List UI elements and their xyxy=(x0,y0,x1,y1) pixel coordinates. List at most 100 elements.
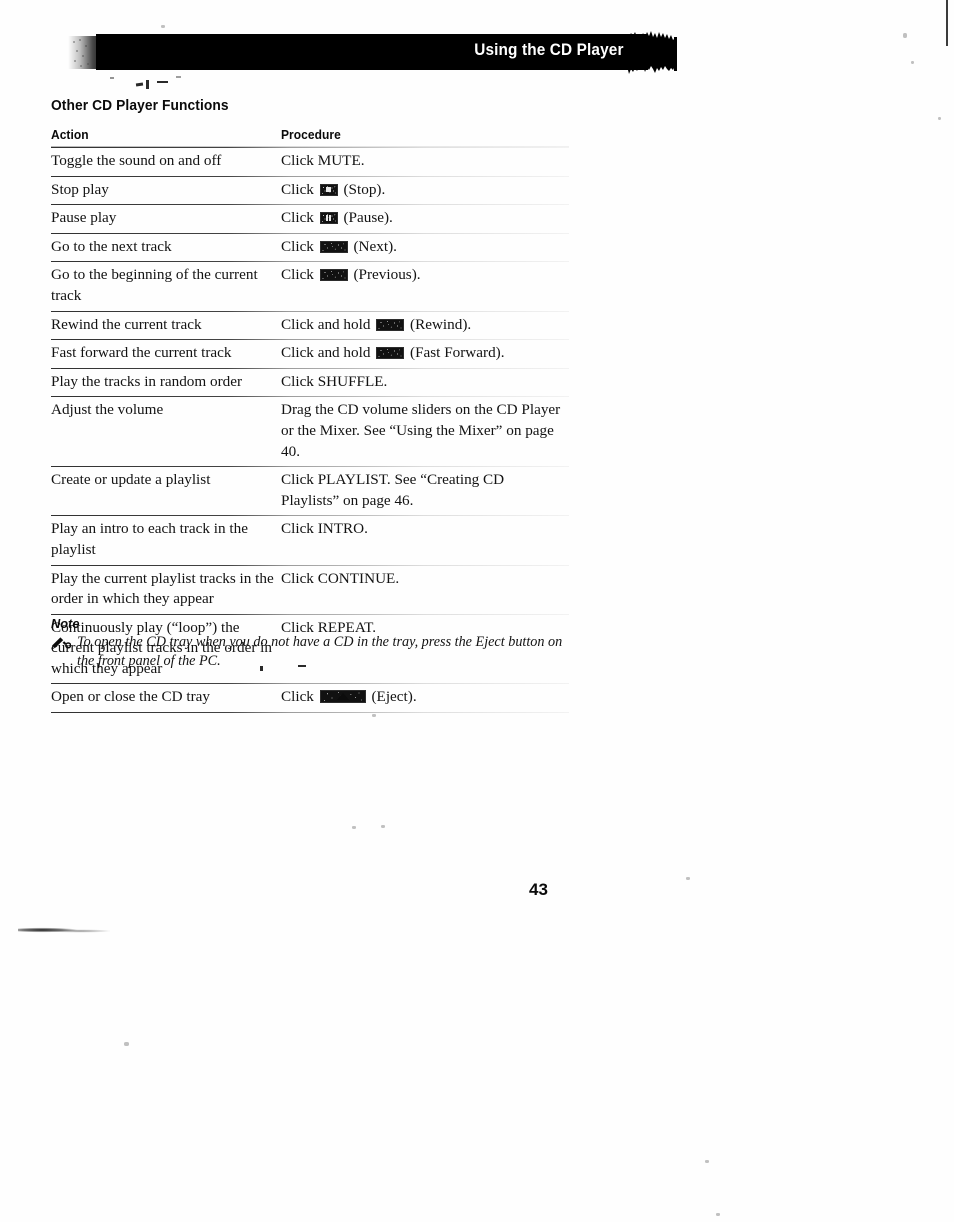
stray-scan-mark xyxy=(260,666,263,671)
cell-action: Rewind the current track xyxy=(51,315,202,333)
procedure-text: Click INTRO. xyxy=(281,520,368,538)
cell-action: Pause play xyxy=(51,209,117,227)
procedure-text-suffix: (Eject). xyxy=(371,688,417,706)
scan-speck xyxy=(352,826,356,829)
cell-procedure: Click MUTE. xyxy=(281,151,563,172)
table-row: Toggle the sound on and off Click MUTE. xyxy=(51,147,569,176)
cell-procedure: Click (Previous). xyxy=(281,265,563,286)
column-header-action: Action xyxy=(51,128,89,142)
page-number: 43 xyxy=(529,880,548,899)
rule-line xyxy=(51,367,569,369)
cell-procedure: Click (Pause). xyxy=(281,208,563,229)
table-row: Adjust the volume Drag the CD volume slid… xyxy=(51,396,569,466)
procedure-text: Click SHUFFLE. xyxy=(281,372,388,390)
table-row: Go to the next track Click (Next). xyxy=(51,232,569,262)
previous-button-icon xyxy=(319,269,348,282)
table-row: Open or close the CD tray Click (Eject). xyxy=(51,683,569,712)
table-header-row: Action Procedure xyxy=(51,128,569,147)
scan-speck xyxy=(381,825,385,828)
eject-button-icon xyxy=(319,690,366,704)
cell-procedure: Drag the CD volume sliders on the CD Pla… xyxy=(281,400,563,462)
cell-procedure: Click and hold (Fast Forward). xyxy=(281,343,563,364)
pause-button-icon xyxy=(319,212,338,225)
cell-action: Go to the beginning of the current track xyxy=(51,266,258,304)
cell-action: Adjust the volume xyxy=(51,401,164,419)
rule-line xyxy=(51,683,569,685)
stop-button-icon xyxy=(319,183,338,196)
scan-edge-artifact xyxy=(946,0,948,46)
procedure-text: Click CONTINUE. xyxy=(281,569,400,587)
stray-scan-mark xyxy=(146,80,149,89)
scan-speck xyxy=(686,877,690,880)
cell-action: Play an intro to each track in the playl… xyxy=(51,520,248,558)
rewind-button-icon xyxy=(376,318,405,331)
procedure-text: Click xyxy=(281,209,314,227)
stray-scan-mark xyxy=(110,77,114,79)
cell-action: Play the tracks in random order xyxy=(51,372,243,390)
column-header-procedure: Procedure xyxy=(281,128,341,142)
banner-title: Using the CD Player xyxy=(474,41,624,59)
procedure-text: Click xyxy=(281,180,314,198)
note-label: Note xyxy=(51,616,80,631)
scan-speck xyxy=(716,1213,720,1216)
procedure-text: Click xyxy=(281,688,314,706)
table-row: Create or update a playlist Click PLAYLIS… xyxy=(51,466,569,515)
table-row: Play the tracks in random order Click SHU… xyxy=(51,367,569,397)
scan-speck xyxy=(911,61,914,64)
cell-procedure: Click (Eject). xyxy=(281,687,563,708)
table-row: Play an intro to each track in the playl… xyxy=(51,515,569,564)
procedure-text-suffix: (Pause). xyxy=(343,209,393,227)
stray-scan-mark xyxy=(135,82,144,87)
rule-line xyxy=(51,175,569,177)
procedure-text-suffix: (Next). xyxy=(353,237,397,255)
section-heading: Other CD Player Functions xyxy=(51,98,229,114)
rule-line xyxy=(51,261,569,263)
note-block: Note To open the CD tray when you do not… xyxy=(51,616,571,671)
cell-action: Create or update a playlist xyxy=(51,471,211,489)
cell-procedure: Click (Next). xyxy=(281,237,563,258)
procedure-text: Click xyxy=(281,266,314,284)
rule-line xyxy=(51,232,569,234)
banner-left-fade xyxy=(68,36,108,69)
rule-line xyxy=(51,564,569,566)
rule-line xyxy=(51,396,569,398)
rule-line xyxy=(51,613,569,615)
cell-procedure: Click CONTINUE. xyxy=(281,569,563,590)
procedure-text: Click xyxy=(281,237,314,255)
note-text: To open the CD tray when you do not have… xyxy=(77,634,563,669)
scan-speck xyxy=(938,117,941,120)
rule-line xyxy=(51,339,569,341)
scan-speck xyxy=(372,714,376,717)
cell-action: Stop play xyxy=(51,180,109,198)
cell-action: Go to the next track xyxy=(51,237,172,255)
procedure-text: Drag the CD volume sliders on the CD Pla… xyxy=(281,401,561,460)
document-page: Using the CD Player Other CD Player Func… xyxy=(0,0,954,1222)
rule-line xyxy=(51,712,569,714)
cell-procedure: Click SHUFFLE. xyxy=(281,372,563,393)
procedure-text-suffix: (Previous). xyxy=(353,266,421,284)
cell-action: Fast forward the current track xyxy=(51,344,232,362)
cell-procedure: Click PLAYLIST. See “Creating CD Playlis… xyxy=(281,470,563,511)
table-row: Fast forward the current track Click and … xyxy=(51,339,569,368)
cell-action: Play the current playlist tracks in the … xyxy=(51,569,274,608)
fast-forward-button-icon xyxy=(376,347,405,360)
cell-procedure: Click INTRO. xyxy=(281,519,563,540)
cell-action: Toggle the sound on and off xyxy=(51,152,222,169)
rule-line xyxy=(51,515,569,517)
procedure-text-suffix: (Fast Forward). xyxy=(410,344,505,362)
table-row: Play the current playlist tracks in the … xyxy=(51,564,569,614)
stray-scan-mark xyxy=(298,665,306,667)
rule-line xyxy=(51,147,569,148)
table-row: Pause play Click (Pause). xyxy=(51,204,569,233)
scan-speck xyxy=(124,1042,129,1046)
stray-scan-mark xyxy=(157,81,168,83)
scan-speck xyxy=(705,1160,709,1163)
next-button-icon xyxy=(319,240,348,253)
scan-speck xyxy=(903,33,907,38)
scan-smudge-artifact xyxy=(18,926,110,935)
stray-scan-mark xyxy=(176,76,181,78)
rule-line xyxy=(51,466,569,468)
scan-speck xyxy=(161,25,165,28)
procedure-text: Click and hold xyxy=(281,315,371,333)
table-row: Go to the beginning of the current track… xyxy=(51,261,569,310)
